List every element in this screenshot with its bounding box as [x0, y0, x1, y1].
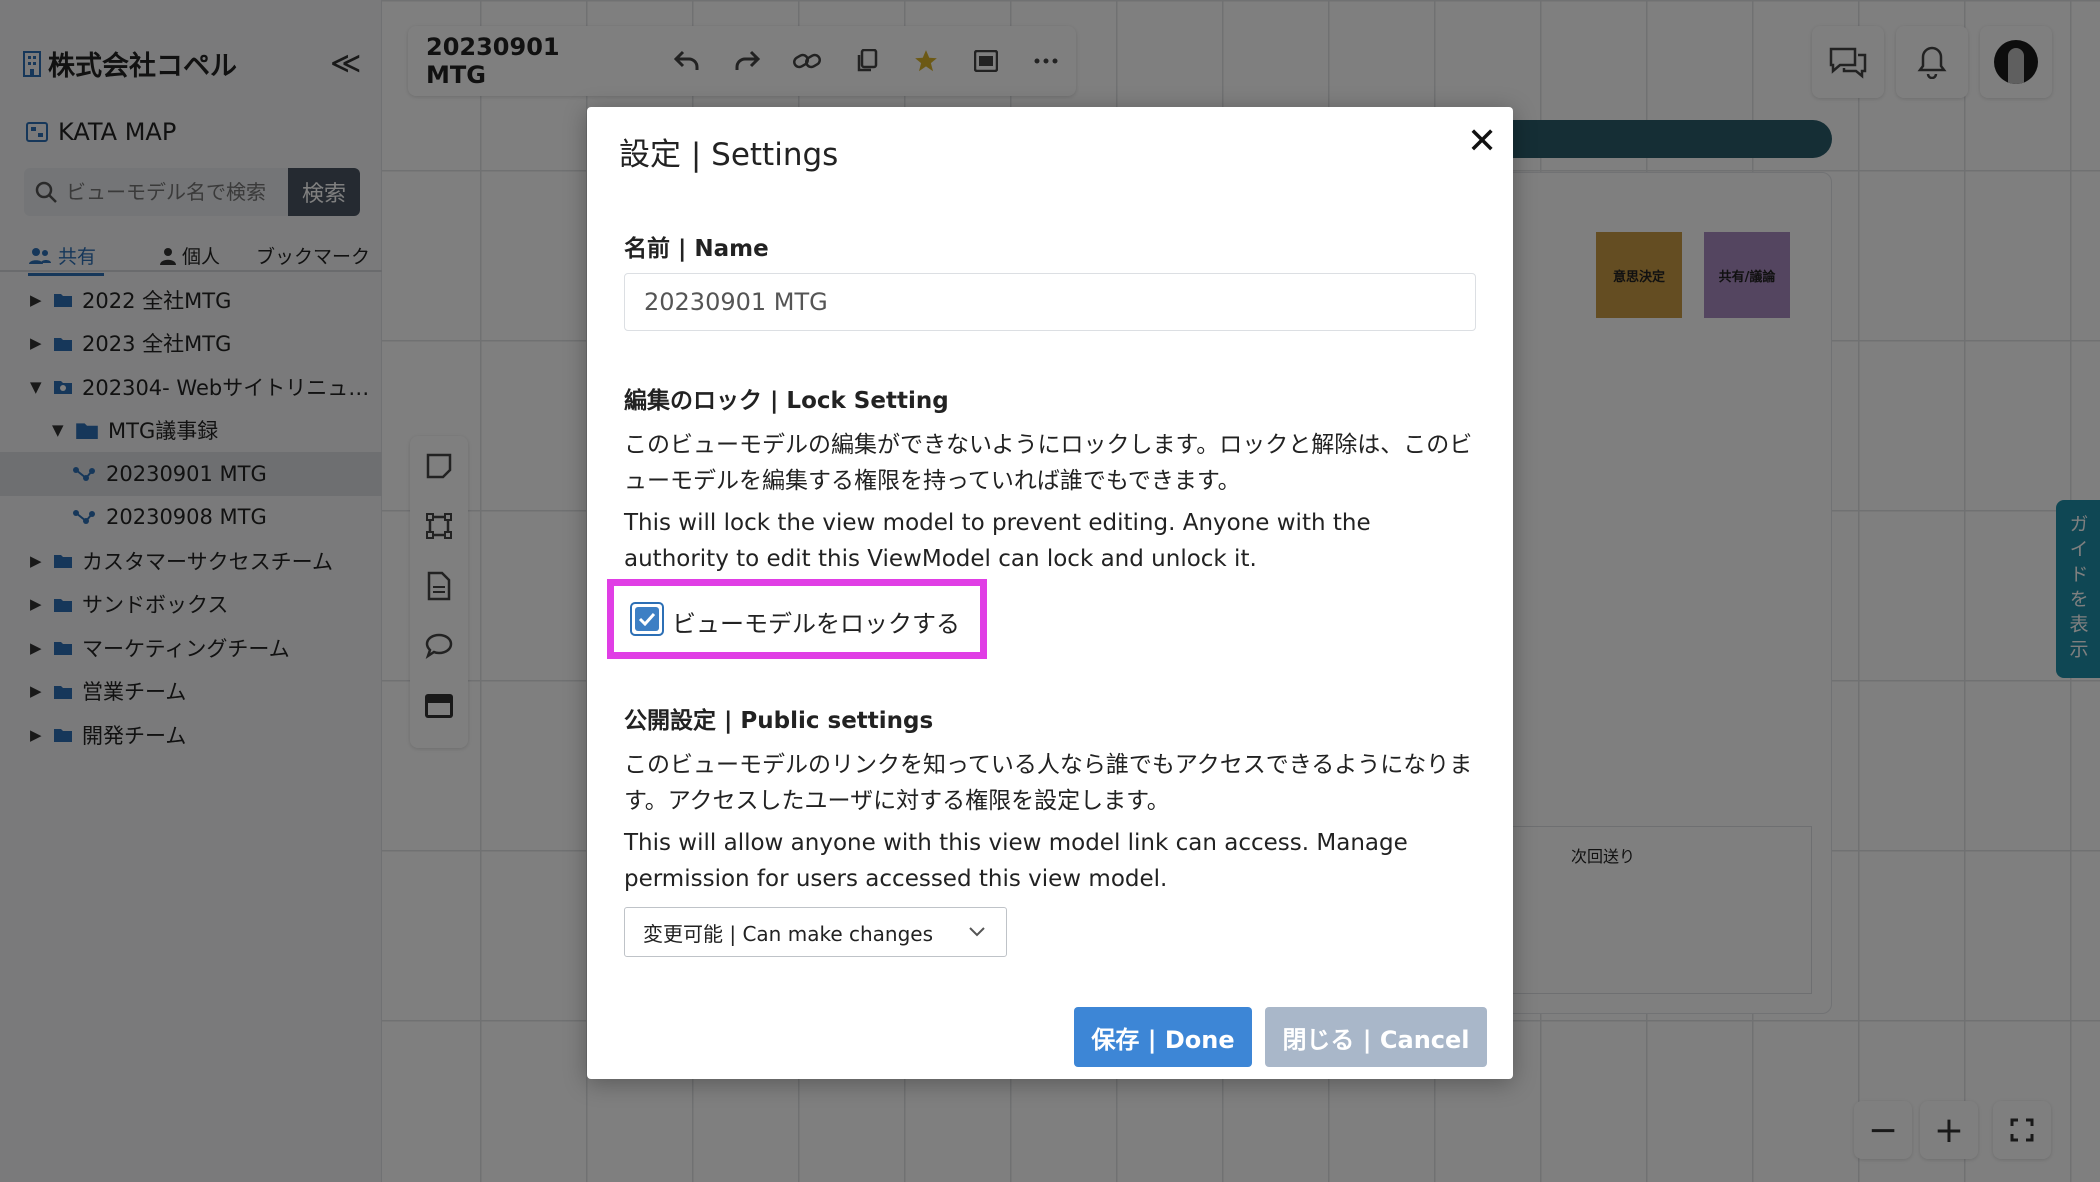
- lock-checkbox-label[interactable]: ビューモデルをロックする: [672, 604, 960, 639]
- modal-title: 設定 | Settings: [619, 137, 839, 173]
- public-description-en: This will allow anyone with this view mo…: [624, 830, 1408, 892]
- check-icon: [638, 612, 656, 626]
- permission-select[interactable]: 変更可能 | Can make changes: [624, 907, 1007, 957]
- lock-description-en: This will lock the view model to prevent…: [624, 510, 1371, 572]
- lock-description-ja: このビューモデルの編集ができないようにロックします。ロックと解除は、このビューモ…: [624, 432, 1473, 494]
- settings-modal: 設定 | Settings ✕ 名前 | Name 編集のロック | Lock …: [587, 107, 1513, 1079]
- public-settings-label: 公開設定 | Public settings: [624, 708, 934, 734]
- permission-select-value: 変更可能 | Can make changes: [643, 921, 933, 946]
- close-icon[interactable]: ✕: [1467, 121, 1497, 162]
- lock-setting-label: 編集のロック | Lock Setting: [624, 388, 949, 414]
- done-button[interactable]: 保存 | Done: [1074, 1007, 1252, 1067]
- cancel-button[interactable]: 閉じる | Cancel: [1265, 1007, 1487, 1067]
- name-input[interactable]: [624, 273, 1476, 331]
- chevron-down-icon: [969, 927, 985, 937]
- lock-checkbox[interactable]: [630, 602, 664, 636]
- name-label: 名前 | Name: [624, 236, 769, 262]
- public-description-ja: このビューモデルのリンクを知っている人なら誰でもアクセスできるようになります。ア…: [624, 752, 1473, 814]
